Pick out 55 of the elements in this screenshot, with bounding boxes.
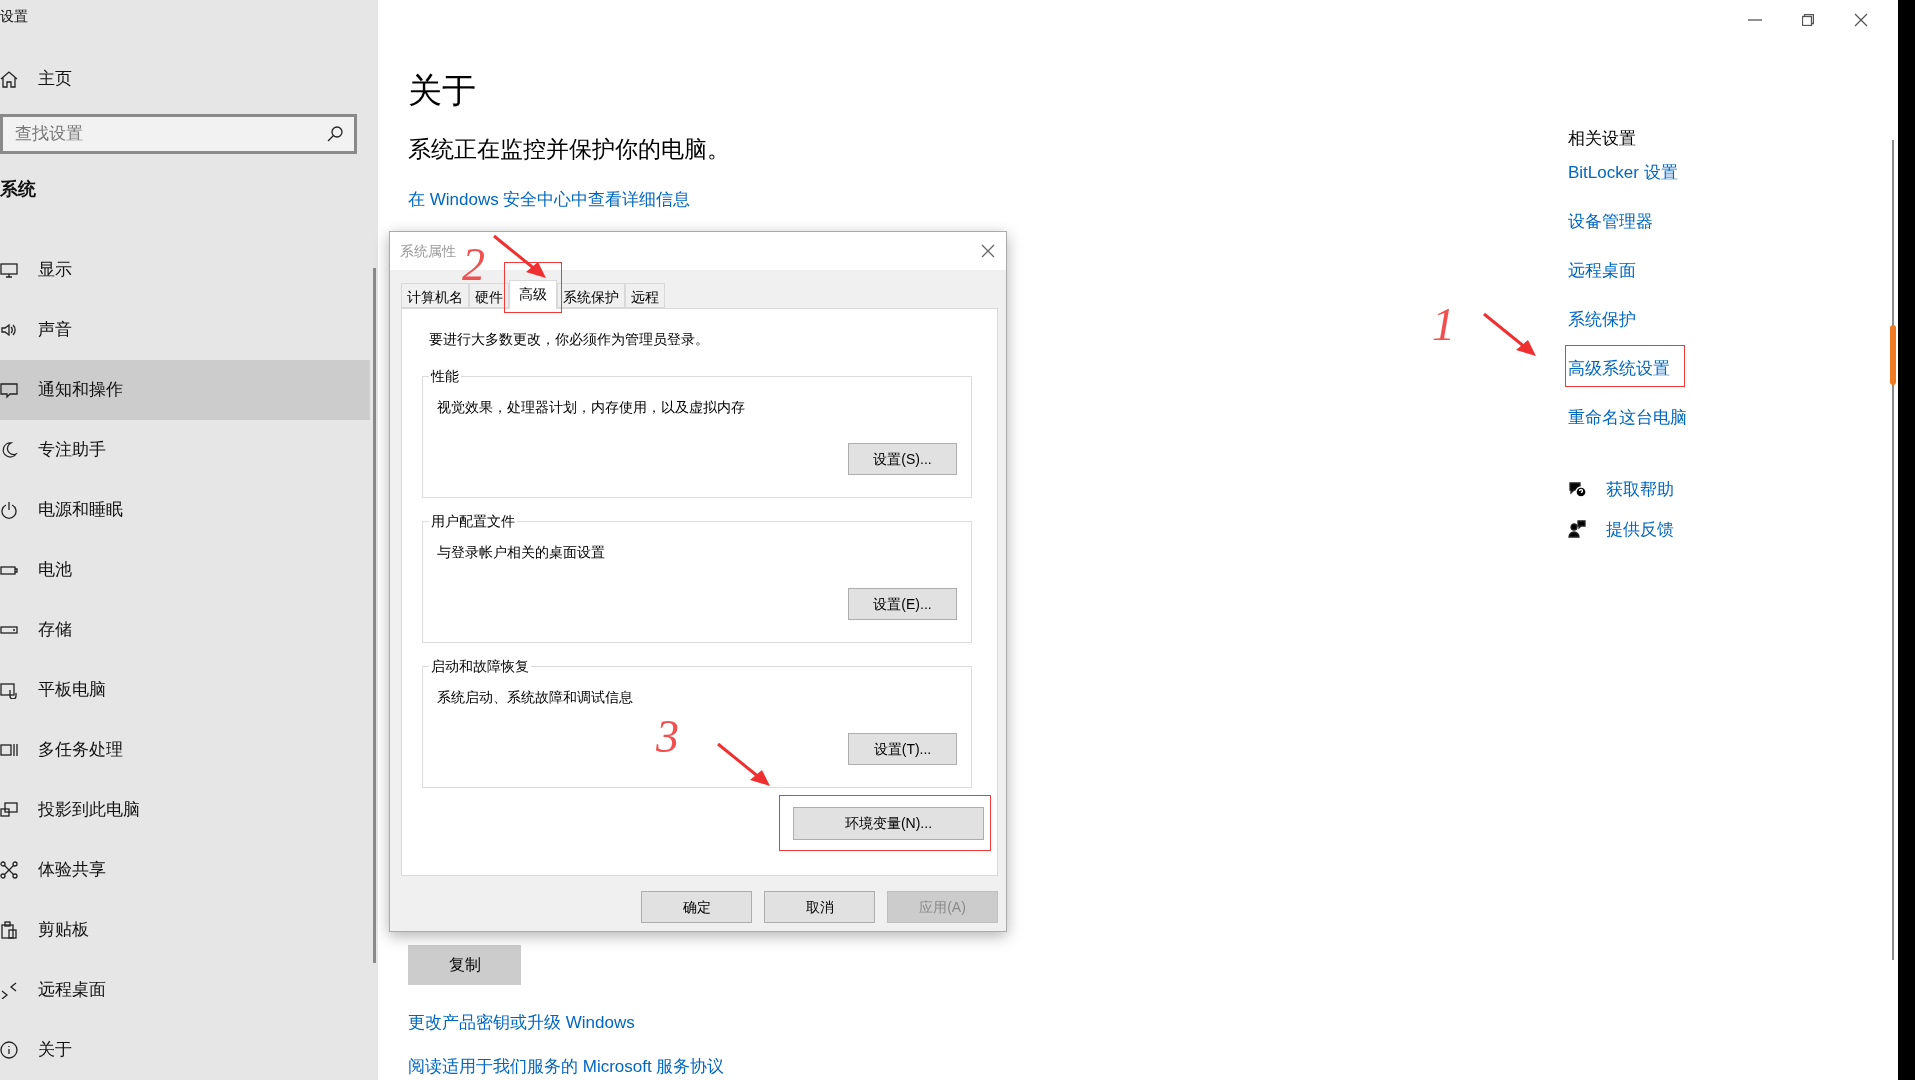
settings-button[interactable]: 设置(E)... — [848, 588, 957, 620]
security-center-link[interactable]: 在 Windows 安全中心中查看详细信息 — [408, 186, 691, 212]
section-heading: 系统 — [0, 178, 37, 202]
settings-button[interactable]: 设置(S)... — [848, 443, 957, 475]
nav-item[interactable]: 远程桌面 — [0, 960, 370, 1020]
settings-button[interactable]: 设置(T)... — [848, 733, 957, 765]
related-link[interactable]: 高级系统设置 — [1568, 356, 1670, 382]
dialog-title: 系统属性 — [400, 241, 456, 261]
dialog-tab[interactable]: 计算机名 — [401, 283, 469, 308]
notice-text: 要进行大多数更改，你必须作为管理员登录。 — [429, 330, 709, 349]
related-link[interactable]: 系统保护 — [1568, 307, 1636, 333]
dialog-tab[interactable]: 硬件 — [469, 283, 509, 308]
nav-item[interactable]: 电池 — [0, 540, 370, 600]
nav-item[interactable]: 通知和操作 — [0, 360, 370, 420]
related-link[interactable]: 设备管理器 — [1568, 209, 1653, 235]
dialog-tab[interactable]: 系统保护 — [557, 283, 625, 308]
copy-button[interactable]: 复制 — [408, 945, 521, 985]
nav-item[interactable]: 关于 — [0, 1020, 370, 1080]
environment-variables-button[interactable]: 环境变量(N)... — [793, 807, 984, 840]
home-nav-item[interactable]: 主页 — [0, 57, 378, 100]
group-legend: 用户配置文件 — [429, 512, 517, 530]
dialog-tab[interactable]: 高级 — [509, 280, 557, 309]
group-legend: 性能 — [429, 367, 461, 385]
group-description: 视觉效果，处理器计划，内存使用，以及虚拟内存 — [437, 398, 745, 417]
nav-item[interactable]: 专注助手 — [0, 420, 370, 480]
nav-item[interactable]: 声音 — [0, 300, 370, 360]
dialog-button[interactable]: 确定 — [641, 891, 752, 923]
nav-item[interactable]: 多任务处理 — [0, 720, 370, 780]
help-link[interactable]: 提供反馈 — [1606, 516, 1674, 542]
dialog-button[interactable]: 取消 — [764, 891, 875, 923]
related-heading: 相关设置 — [1568, 128, 1636, 150]
dialog-tab[interactable]: 远程 — [625, 283, 665, 308]
nav-item[interactable]: 存储 — [0, 600, 370, 660]
dialog-button: 应用(A) — [887, 891, 998, 923]
group-description: 系统启动、系统故障和调试信息 — [437, 688, 633, 707]
text-link[interactable]: 更改产品密钥或升级 Windows — [408, 1010, 635, 1036]
nav-item[interactable]: 平板电脑 — [0, 660, 370, 720]
group-description: 与登录帐户相关的桌面设置 — [437, 543, 605, 562]
related-link[interactable]: 远程桌面 — [1568, 258, 1636, 284]
nav-item[interactable]: 显示 — [0, 240, 370, 300]
help-link[interactable]: 获取帮助 — [1606, 477, 1674, 503]
group-legend: 启动和故障恢复 — [429, 657, 531, 675]
text-link[interactable]: 阅读适用于我们服务的 Microsoft 服务协议 — [408, 1053, 725, 1079]
handwritten-number: 1 — [1432, 300, 1455, 350]
nav-item[interactable]: 投影到此电脑 — [0, 780, 370, 840]
nav-item[interactable]: 剪贴板 — [0, 900, 370, 960]
handwritten-number: 3 — [656, 712, 679, 762]
nav-item[interactable]: 体验共享 — [0, 840, 370, 900]
window-title: 设置 — [0, 6, 29, 26]
search-field[interactable]: 查找设置 — [0, 114, 357, 155]
related-link[interactable]: 重命名这台电脑 — [1568, 405, 1687, 431]
related-link[interactable]: BitLocker 设置 — [1568, 160, 1678, 186]
status-text: 系统正在监控并保护你的电脑。 — [408, 135, 730, 164]
nav-item[interactable]: 电源和睡眠 — [0, 480, 370, 540]
page-title: 关于 — [408, 69, 476, 111]
